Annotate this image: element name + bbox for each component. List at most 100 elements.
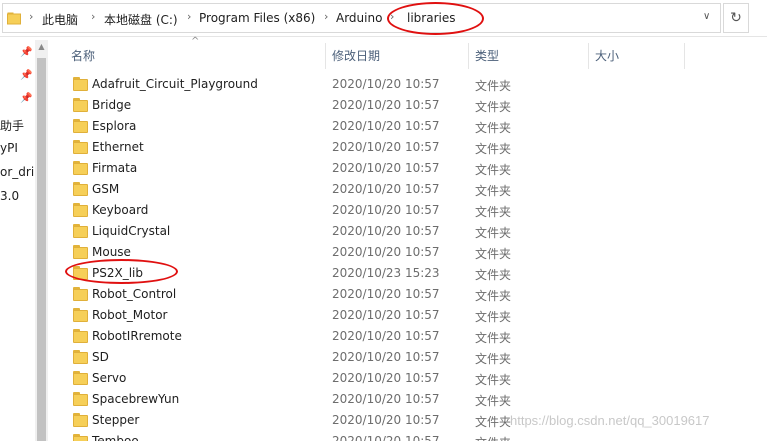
list-item[interactable]: Robot_Control 2020/10/20 10:57 文件夹 — [48, 284, 767, 305]
watermark: https://blog.csdn.net/qq_30019617 — [510, 413, 710, 428]
list-item[interactable]: SD 2020/10/20 10:57 文件夹 — [48, 347, 767, 368]
breadcrumb-local-disk[interactable]: 本地磁盘 (C:) — [104, 11, 178, 28]
refresh-button[interactable]: ↻ — [723, 3, 749, 33]
folder-icon — [73, 119, 88, 133]
pin-icon[interactable]: 📌 — [20, 93, 32, 104]
file-name: SD — [92, 350, 109, 364]
breadcrumb-separator: › — [390, 10, 395, 23]
file-modified-date: 2020/10/20 10:57 — [332, 350, 440, 364]
column-header-type[interactable]: 类型 — [475, 47, 499, 64]
breadcrumb-program-files[interactable]: Program Files (x86) — [199, 11, 315, 25]
file-modified-date: 2020/10/20 10:57 — [332, 245, 440, 259]
column-divider[interactable] — [684, 43, 685, 69]
pin-icon[interactable]: 📌 — [20, 47, 32, 58]
nav-item[interactable]: yPI — [0, 141, 18, 155]
file-name: SpacebrewYun — [92, 392, 180, 406]
file-modified-date: 2020/10/20 10:57 — [332, 224, 440, 238]
file-name: Ethernet — [92, 140, 144, 154]
column-header-date[interactable]: 修改日期 — [332, 47, 380, 64]
file-modified-date: 2020/10/20 10:57 — [332, 203, 440, 217]
list-item[interactable]: Robot_Motor 2020/10/20 10:57 文件夹 — [48, 305, 767, 326]
file-type: 文件夹 — [475, 142, 512, 156]
file-modified-date: 2020/10/20 10:57 — [332, 392, 440, 406]
nav-item[interactable]: 助手 — [0, 117, 24, 134]
file-type: 文件夹 — [475, 163, 512, 177]
file-name: Robot_Motor — [92, 308, 168, 322]
breadcrumb-separator: › — [187, 10, 192, 23]
breadcrumb-this-pc[interactable]: 此电脑 — [42, 11, 78, 28]
list-item[interactable]: Keyboard 2020/10/20 10:57 文件夹 — [48, 200, 767, 221]
column-divider[interactable] — [468, 43, 469, 69]
folder-icon — [73, 98, 88, 112]
folder-icon — [73, 371, 88, 385]
file-modified-date: 2020/10/23 15:23 — [332, 266, 440, 280]
list-item[interactable]: SpacebrewYun 2020/10/20 10:57 文件夹 — [48, 389, 767, 410]
pin-icon[interactable]: 📌 — [20, 70, 32, 81]
breadcrumb-libraries[interactable]: libraries — [407, 11, 455, 25]
file-type: 文件夹 — [475, 289, 512, 303]
nav-item[interactable]: or_dri — [0, 165, 34, 179]
nav-item[interactable]: 3.0 — [0, 189, 19, 203]
file-modified-date: 2020/10/20 10:57 — [332, 287, 440, 301]
file-type: 文件夹 — [475, 310, 512, 324]
list-item[interactable]: Adafruit_Circuit_Playground 2020/10/20 10… — [48, 74, 767, 95]
file-type: 文件夹 — [475, 205, 512, 219]
list-item[interactable]: Esplora 2020/10/20 10:57 文件夹 — [48, 116, 767, 137]
nav-scrollbar[interactable]: ▲ — [35, 40, 48, 441]
folder-icon — [73, 245, 88, 259]
list-item[interactable]: RobotIRremote 2020/10/20 10:57 文件夹 — [48, 326, 767, 347]
address-bar: › 此电脑 › 本地磁盘 (C:) › Program Files (x86) … — [0, 0, 767, 37]
file-name: Firmata — [92, 161, 138, 175]
file-name: Esplora — [92, 119, 137, 133]
column-divider[interactable] — [325, 43, 326, 69]
file-name: LiquidCrystal — [92, 224, 171, 238]
file-type: 文件夹 — [475, 331, 512, 345]
folder-icon — [73, 203, 88, 217]
breadcrumb-separator: › — [91, 10, 96, 23]
list-item[interactable]: Servo 2020/10/20 10:57 文件夹 — [48, 368, 767, 389]
file-type: 文件夹 — [475, 226, 512, 240]
list-item[interactable]: LiquidCrystal 2020/10/20 10:57 文件夹 — [48, 221, 767, 242]
breadcrumb-arduino[interactable]: Arduino — [336, 11, 382, 25]
file-name: PS2X_lib — [92, 266, 143, 280]
list-item[interactable]: Firmata 2020/10/20 10:57 文件夹 — [48, 158, 767, 179]
file-modified-date: 2020/10/20 10:57 — [332, 77, 440, 91]
file-modified-date: 2020/10/20 10:57 — [332, 329, 440, 343]
file-type: 文件夹 — [475, 415, 512, 429]
address-box[interactable]: › 此电脑 › 本地磁盘 (C:) › Program Files (x86) … — [2, 3, 721, 33]
folder-icon — [73, 287, 88, 301]
file-modified-date: 2020/10/20 10:57 — [332, 371, 440, 385]
chevron-down-icon[interactable]: ∨ — [703, 11, 710, 22]
folder-icon — [73, 140, 88, 154]
column-divider[interactable] — [588, 43, 589, 69]
scroll-thumb[interactable] — [37, 58, 46, 441]
list-item[interactable]: PS2X_lib 2020/10/23 15:23 文件夹 — [48, 263, 767, 284]
column-headers: ^ 名称 修改日期 类型 大小 — [48, 36, 767, 70]
column-header-size[interactable]: 大小 — [595, 47, 619, 64]
folder-icon — [73, 350, 88, 364]
file-type: 文件夹 — [475, 373, 512, 387]
file-name: RobotIRremote — [92, 329, 182, 343]
scroll-up-icon[interactable]: ▲ — [35, 40, 48, 53]
list-item[interactable]: Mouse 2020/10/20 10:57 文件夹 — [48, 242, 767, 263]
list-item[interactable]: Ethernet 2020/10/20 10:57 文件夹 — [48, 137, 767, 158]
file-modified-date: 2020/10/20 10:57 — [332, 434, 440, 441]
file-type: 文件夹 — [475, 184, 512, 198]
breadcrumb-separator: › — [324, 10, 329, 23]
file-name: Servo — [92, 371, 127, 385]
list-item[interactable]: Temboo 2020/10/20 10:57 文件夹 — [48, 431, 767, 441]
folder-icon — [73, 224, 88, 238]
file-name: Robot_Control — [92, 287, 177, 301]
list-item[interactable]: GSM 2020/10/20 10:57 文件夹 — [48, 179, 767, 200]
file-modified-date: 2020/10/20 10:57 — [332, 182, 440, 196]
column-header-name[interactable]: 名称 — [71, 47, 95, 64]
file-type: 文件夹 — [475, 268, 512, 282]
list-item[interactable]: Bridge 2020/10/20 10:57 文件夹 — [48, 95, 767, 116]
folder-icon — [73, 434, 88, 441]
folder-icon — [73, 392, 88, 406]
navigation-pane: 📌 📌 📌 助手 yPI or_dri 3.0 ▲ — [0, 37, 48, 441]
file-modified-date: 2020/10/20 10:57 — [332, 161, 440, 175]
file-name: Temboo — [92, 434, 139, 441]
file-type: 文件夹 — [475, 394, 512, 408]
file-name: Keyboard — [92, 203, 149, 217]
